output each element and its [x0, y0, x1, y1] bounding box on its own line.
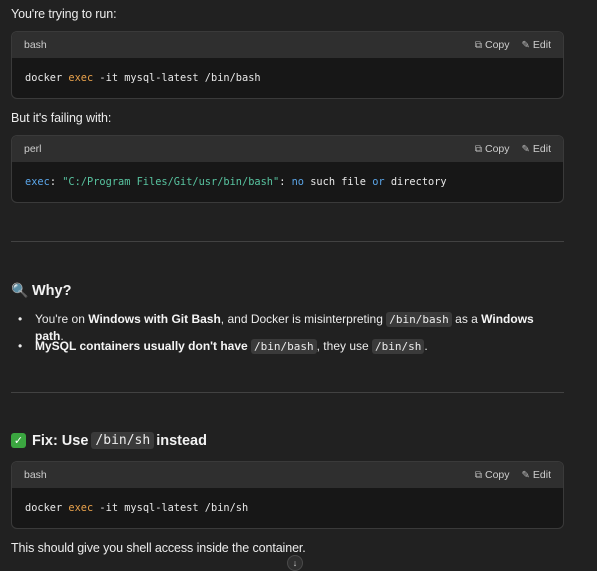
divider — [11, 392, 564, 393]
scroll-down-button[interactable]: ↓ — [287, 555, 303, 571]
copy-icon: ⧉ — [474, 469, 482, 481]
text: , and Docker is misinterpreting — [220, 312, 387, 326]
divider — [11, 241, 564, 242]
copy-button[interactable]: ⧉ Copy — [475, 469, 510, 481]
code-block-3: bash ⧉ Copy ✎ Edit docker exec -it mysql… — [11, 461, 564, 529]
outro-text: This should give you shell access inside… — [11, 541, 306, 555]
arrow-down-icon: ↓ — [292, 558, 298, 568]
inline-code: /bin/bash — [386, 312, 452, 327]
failing-text: But it's failing with: — [11, 111, 112, 125]
copy-label: Copy — [485, 39, 510, 51]
copy-label: Copy — [485, 469, 510, 481]
fix-prefix: Fix: Use — [32, 432, 89, 449]
copy-icon: ⧉ — [474, 39, 482, 51]
edit-label: Edit — [532, 143, 551, 155]
code-language: bash — [24, 39, 47, 51]
copy-button[interactable]: ⧉ Copy — [475, 39, 510, 51]
code-block-1: bash ⧉ Copy ✎ Edit docker exec -it mysql… — [11, 31, 564, 99]
code-token: directory — [384, 176, 447, 188]
copy-icon: ⧉ — [474, 143, 482, 155]
code-token: : — [49, 176, 63, 188]
intro-text: You're trying to run: — [11, 7, 117, 21]
code-header: bash ⧉ Copy ✎ Edit — [12, 462, 563, 488]
code-token: no — [291, 176, 305, 188]
text: , they use — [316, 339, 373, 353]
code-token: exec — [68, 72, 94, 84]
code-content[interactable]: docker exec -it mysql-latest /bin/sh — [12, 488, 563, 528]
code-actions: ⧉ Copy ✎ Edit — [475, 39, 551, 51]
code-token: -it mysql-latest /bin/sh — [93, 502, 249, 514]
edit-icon: ✎ — [521, 39, 530, 51]
code-token: exec — [25, 176, 50, 188]
code-language: perl — [24, 143, 42, 155]
edit-icon: ✎ — [521, 469, 530, 481]
bold-text: MySQL containers usually don't have — [35, 339, 252, 353]
why-title: Why? — [32, 282, 72, 299]
edit-label: Edit — [532, 39, 551, 51]
inline-code: /bin/sh — [91, 432, 155, 449]
fix-suffix: instead — [156, 432, 207, 449]
edit-icon: ✎ — [521, 143, 530, 155]
copy-button[interactable]: ⧉ Copy — [475, 143, 510, 155]
code-content[interactable]: exec: "C:/Program Files/Git/usr/bin/bash… — [12, 162, 563, 202]
text: . — [424, 339, 428, 353]
code-language: bash — [24, 469, 47, 481]
code-token: "C:/Program Files/Git/usr/bin/bash" — [62, 176, 280, 188]
edit-button[interactable]: ✎ Edit — [522, 143, 551, 155]
code-token: or — [372, 176, 385, 188]
code-actions: ⧉ Copy ✎ Edit — [475, 469, 551, 481]
why-list: You're on Windows with Git Bash, and Doc… — [11, 311, 564, 365]
magnifier-icon: 🔍 — [11, 282, 29, 298]
code-token: exec — [68, 502, 94, 514]
code-header: bash ⧉ Copy ✎ Edit — [12, 32, 563, 58]
copy-label: Copy — [485, 143, 510, 155]
inline-code: /bin/sh — [372, 339, 425, 354]
text: as a — [451, 312, 482, 326]
code-actions: ⧉ Copy ✎ Edit — [475, 143, 551, 155]
check-icon: ✓ — [11, 433, 26, 448]
list-item: MySQL containers usually don't have /bin… — [11, 338, 564, 365]
text: You're on — [35, 312, 89, 326]
inline-code: /bin/bash — [251, 339, 317, 354]
edit-label: Edit — [532, 469, 551, 481]
code-token: such file — [304, 176, 373, 188]
code-header: perl ⧉ Copy ✎ Edit — [12, 136, 563, 162]
code-token: -it mysql-latest /bin/bash — [93, 72, 261, 84]
edit-button[interactable]: ✎ Edit — [522, 469, 551, 481]
code-token: docker — [25, 72, 69, 84]
edit-button[interactable]: ✎ Edit — [522, 39, 551, 51]
bold-text: Windows with Git Bash — [88, 312, 221, 326]
code-token: : — [279, 176, 292, 188]
code-content[interactable]: docker exec -it mysql-latest /bin/bash — [12, 58, 563, 98]
code-token: docker — [25, 502, 69, 514]
why-heading: 🔍 Why? — [11, 282, 71, 299]
list-item: You're on Windows with Git Bash, and Doc… — [11, 311, 564, 343]
fix-heading: ✓ Fix: Use /bin/sh instead — [11, 432, 207, 449]
code-block-2: perl ⧉ Copy ✎ Edit exec: "C:/Program Fil… — [11, 135, 564, 203]
